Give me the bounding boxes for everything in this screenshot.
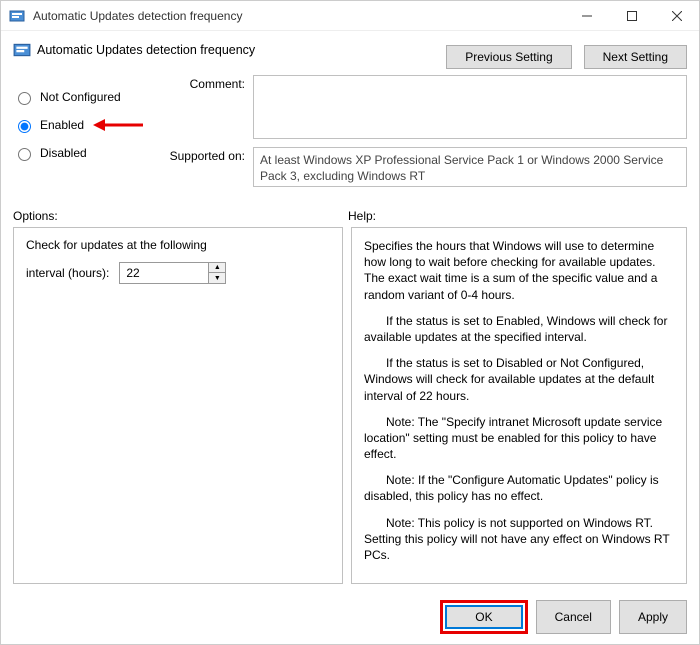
window-title: Automatic Updates detection frequency — [33, 9, 564, 23]
supported-value: At least Windows XP Professional Service… — [253, 147, 687, 187]
window-controls — [564, 1, 699, 31]
options-pane: Check for updates at the following inter… — [13, 227, 343, 584]
dialog-window: Automatic Updates detection frequency Au… — [0, 0, 700, 645]
header-left: Automatic Updates detection frequency — [13, 41, 255, 59]
arrow-annotation-icon — [93, 117, 143, 133]
titlebar: Automatic Updates detection frequency — [1, 1, 699, 31]
interval-spinner: ▲ ▼ — [208, 263, 225, 283]
close-button[interactable] — [654, 1, 699, 31]
radio-enabled-row: Enabled — [13, 111, 153, 139]
supported-label: Supported on: — [153, 147, 253, 187]
radio-not-configured-row: Not Configured — [13, 83, 153, 111]
ok-highlight: OK — [440, 600, 527, 634]
help-header: Help: — [348, 209, 376, 223]
interval-stepper: ▲ ▼ — [119, 262, 226, 284]
radio-not-configured[interactable] — [18, 92, 31, 105]
spin-up-button[interactable]: ▲ — [209, 263, 225, 273]
state-radios: Not Configured Enabled Disabled — [13, 75, 153, 195]
radio-not-configured-label[interactable]: Not Configured — [40, 90, 121, 104]
previous-setting-button[interactable]: Previous Setting — [446, 45, 571, 69]
panes: Check for updates at the following inter… — [13, 227, 687, 584]
comment-input[interactable] — [253, 75, 687, 139]
options-text-line1: Check for updates at the following — [26, 238, 330, 252]
form-column: Comment: Supported on: At least Windows … — [153, 75, 687, 195]
help-p1: Specifies the hours that Windows will us… — [364, 238, 674, 303]
options-header: Options: — [13, 209, 348, 223]
help-p6: Note: This policy is not supported on Wi… — [364, 515, 674, 564]
maximize-button[interactable] — [609, 1, 654, 31]
ok-button[interactable]: OK — [445, 605, 522, 629]
next-setting-button[interactable]: Next Setting — [584, 45, 687, 69]
interval-input[interactable] — [120, 263, 208, 283]
cancel-button[interactable]: Cancel — [536, 600, 611, 634]
help-pane[interactable]: Specifies the hours that Windows will us… — [351, 227, 687, 584]
radio-disabled-label[interactable]: Disabled — [40, 146, 87, 160]
help-p5: Note: If the "Configure Automatic Update… — [364, 472, 674, 504]
interval-row: interval (hours): ▲ ▼ — [26, 262, 330, 284]
help-p2: If the status is set to Enabled, Windows… — [364, 313, 674, 345]
spin-down-button[interactable]: ▼ — [209, 273, 225, 283]
policy-icon — [9, 8, 25, 24]
supported-line: Supported on: At least Windows XP Profes… — [153, 147, 687, 187]
interval-label: interval (hours): — [26, 266, 109, 280]
minimize-button[interactable] — [564, 1, 609, 31]
policy-icon — [13, 41, 31, 59]
apply-button[interactable]: Apply — [619, 600, 687, 634]
nav-buttons: Previous Setting Next Setting — [446, 45, 687, 69]
bottom-bar: OK Cancel Apply — [1, 592, 699, 644]
radio-disabled[interactable] — [18, 148, 31, 161]
section-headers: Options: Help: — [13, 209, 687, 223]
help-p4: Note: The "Specify intranet Microsoft up… — [364, 414, 674, 463]
radio-enabled[interactable] — [18, 120, 31, 133]
page-title: Automatic Updates detection frequency — [37, 43, 255, 57]
header-row: Automatic Updates detection frequency Pr… — [13, 41, 687, 69]
radio-enabled-label[interactable]: Enabled — [40, 118, 84, 132]
settings-row: Not Configured Enabled Disabled — [13, 75, 687, 195]
help-p3: If the status is set to Disabled or Not … — [364, 355, 674, 404]
comment-label: Comment: — [153, 75, 253, 139]
comment-line: Comment: — [153, 75, 687, 139]
dialog-content: Automatic Updates detection frequency Pr… — [1, 31, 699, 592]
radio-disabled-row: Disabled — [13, 139, 153, 167]
